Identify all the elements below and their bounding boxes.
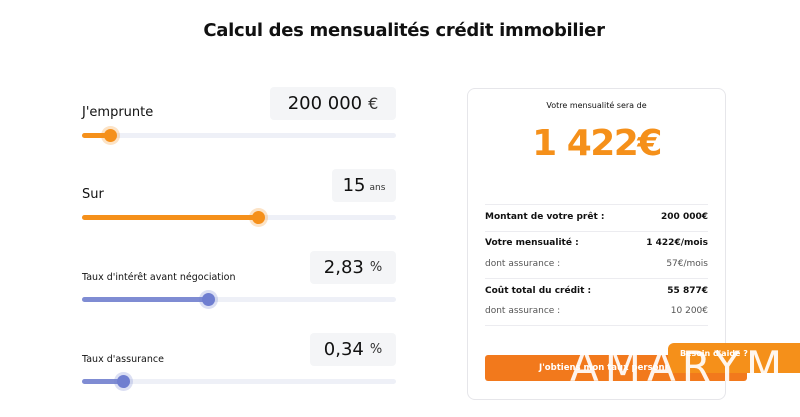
summary-row-monthly-insurance: dont assurance : 57€/mois xyxy=(485,259,708,269)
duration-label: Sur xyxy=(82,187,104,202)
amount-slider-thumb[interactable] xyxy=(104,129,118,142)
insurance-label: Taux d'assurance xyxy=(82,354,164,365)
summary-row-monthly: Votre mensualité : 1 422€/mois xyxy=(485,238,708,248)
euro-unit: € xyxy=(368,94,379,113)
page-title: Calcul des mensualités crédit immobilier xyxy=(203,20,605,41)
divider xyxy=(485,325,708,326)
duration-track[interactable] xyxy=(82,211,396,224)
rate-slider-group: Taux d'intérêt avant négociation 2,83 % xyxy=(82,251,396,311)
percent-unit: % xyxy=(369,342,383,357)
amount-track[interactable] xyxy=(82,129,396,142)
insurance-track[interactable] xyxy=(82,375,396,388)
row-value: 57€/mois xyxy=(666,259,708,269)
row-value: 1 422€/mois xyxy=(646,238,708,248)
percent-unit: % xyxy=(369,260,383,275)
amount-value: 200 000 xyxy=(287,93,363,114)
row-label: Coût total du crédit : xyxy=(485,286,592,296)
insurance-value: 0,34 xyxy=(323,339,364,360)
rate-value: 2,83 xyxy=(323,257,364,278)
amount-value-field[interactable]: 200 000 € xyxy=(270,87,396,120)
insurance-slider-thumb[interactable] xyxy=(116,375,130,388)
row-value: 55 877€ xyxy=(667,286,708,296)
years-unit: ans xyxy=(369,182,386,193)
insurance-slider-group: Taux d'assurance 0,34 % xyxy=(82,333,396,393)
summary-row-total-cost: Coût total du crédit : 55 877€ xyxy=(485,286,708,296)
row-value: 200 000€ xyxy=(661,212,708,222)
rate-track[interactable] xyxy=(82,293,396,306)
row-label: dont assurance : xyxy=(485,306,561,316)
insurance-value-field[interactable]: 0,34 % xyxy=(310,333,396,366)
summary-row-total-insurance: dont assurance : 10 200€ xyxy=(485,306,708,316)
divider xyxy=(485,204,708,205)
duration-slider-group: Sur 15 ans xyxy=(82,168,396,228)
duration-slider-thumb[interactable] xyxy=(251,211,265,224)
rate-value-field[interactable]: 2,83 % xyxy=(310,251,396,284)
row-value: 10 200€ xyxy=(670,306,708,316)
rate-label: Taux d'intérêt avant négociation xyxy=(82,272,236,283)
divider xyxy=(485,278,708,279)
duration-value-field[interactable]: 15 ans xyxy=(332,169,396,202)
row-label: dont assurance : xyxy=(485,259,561,269)
result-caption: Votre mensualité sera de xyxy=(546,101,647,110)
divider xyxy=(485,231,708,232)
amount-label: J'emprunte xyxy=(82,105,154,120)
monthly-payment-amount: 1 422€ xyxy=(532,123,662,164)
row-label: Votre mensualité : xyxy=(485,238,579,248)
rate-track-fill xyxy=(82,297,208,302)
help-button[interactable]: Besoin d'aide ? xyxy=(668,343,800,373)
summary-row-loan: Montant de votre prêt : 200 000€ xyxy=(485,212,708,222)
amount-slider-group: J'emprunte 200 000 € xyxy=(82,86,396,146)
row-label: Montant de votre prêt : xyxy=(485,212,605,222)
duration-value: 15 xyxy=(342,175,366,196)
duration-track-fill xyxy=(82,215,258,220)
rate-slider-thumb[interactable] xyxy=(201,293,215,306)
